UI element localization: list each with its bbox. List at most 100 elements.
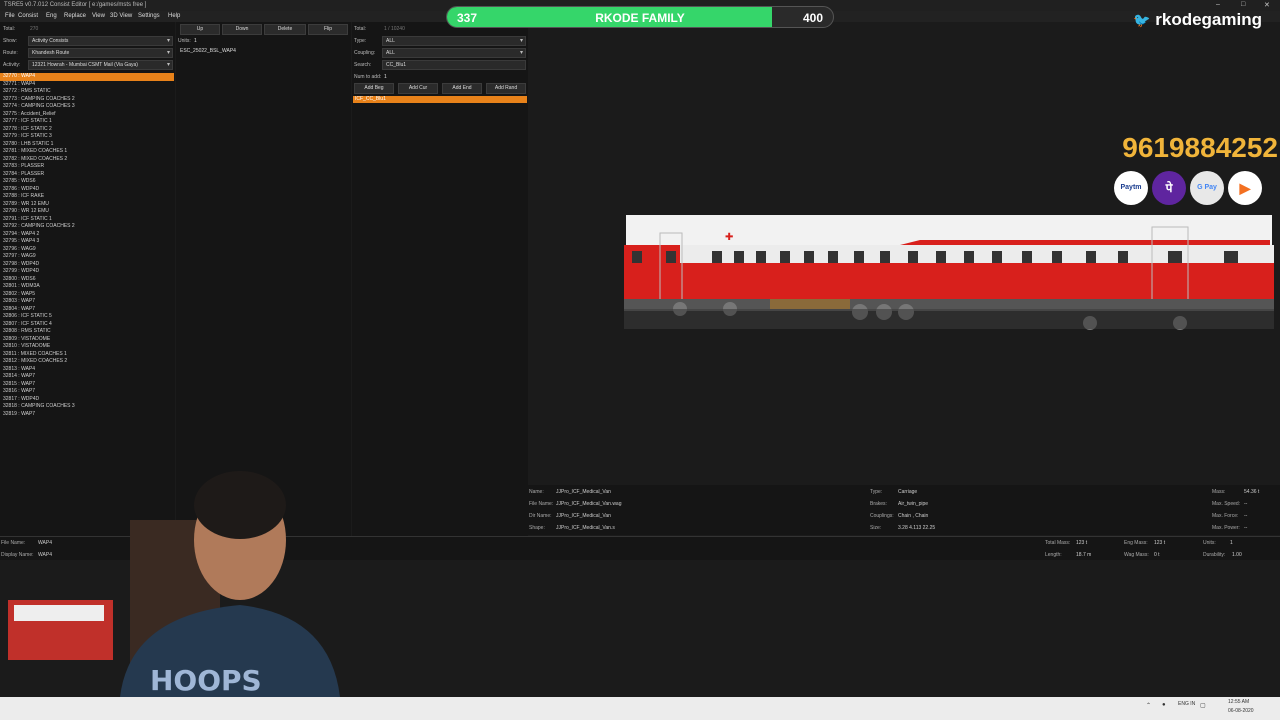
eng-mass-label: Eng Mass: (1124, 540, 1148, 546)
menu-3d-view[interactable]: 3D View (110, 13, 132, 19)
consist-list-item[interactable]: 32817 : WDP4D (0, 396, 174, 404)
consist-list-item[interactable]: 32810 : VISTADOME (0, 343, 174, 351)
menu-consist[interactable]: Consist (18, 13, 38, 19)
consist-list-item[interactable]: 32806 : ICF STATIC 5 (0, 313, 174, 321)
consist-list-item[interactable]: 32778 : ICF STATIC 2 (0, 126, 174, 134)
coach-model: ✚ (624, 215, 1274, 330)
consist-list-item[interactable]: 32774 : CAMPING COACHES 3 (0, 103, 174, 111)
show-select-value: Activity Consists (32, 38, 69, 44)
consist-list-item[interactable]: 32779 : ICF STATIC 3 (0, 133, 174, 141)
menu-replace[interactable]: Replace (64, 13, 86, 19)
consist-list-item[interactable]: 32808 : RMS STATIC (0, 328, 174, 336)
consist-list-item[interactable]: 32777 : ICF STATIC 1 (0, 118, 174, 126)
couplings-value: Chain , Chain (898, 513, 929, 519)
num-to-add-value[interactable]: 1 (384, 74, 387, 80)
consist-list-item[interactable]: 32799 : WDP4D (0, 268, 174, 276)
consist-list[interactable]: 32770 : WAP4 32771 : WAP4 32772 : RMS STAT… (0, 73, 174, 418)
consist-list-item[interactable]: 32795 : WAP4 3 (0, 238, 174, 246)
menu-help[interactable]: Help (168, 13, 180, 19)
consist-list-item[interactable]: 32770 : WAP4 (0, 73, 174, 81)
consist-list-item[interactable]: 32803 : WAP7 (0, 298, 174, 306)
eng-result-item[interactable]: ICF_CC_Blu1 (353, 96, 527, 103)
menu-file[interactable]: File (5, 13, 15, 19)
consist-list-item[interactable]: 32801 : WDM3A (0, 283, 174, 291)
search-input[interactable]: CC_Blu1 (382, 60, 526, 70)
unit-item[interactable]: ESC_25022_BSL_WAP4 (180, 48, 236, 54)
consist-list-item[interactable]: 32782 : MIXED COACHES 2 (0, 156, 174, 164)
durability-value[interactable]: 1.00 (1232, 552, 1242, 558)
add-cur-button[interactable]: Add Cur (398, 83, 438, 94)
consist-list-item[interactable]: 32771 : WAP4 (0, 81, 174, 89)
add-rand-button[interactable]: Add Rand (486, 83, 526, 94)
add-beg-button[interactable]: Add Beg (354, 83, 394, 94)
taskbar-date[interactable]: 06-08-2020 (1228, 708, 1254, 714)
add-end-button[interactable]: Add End (442, 83, 482, 94)
consist-list-item[interactable]: 32789 : WR 12 EMU (0, 201, 174, 209)
consist-list-item[interactable]: 32813 : WAP4 (0, 366, 174, 374)
up-button[interactable]: Up (180, 24, 220, 35)
paytm-icon: Paytm (1114, 171, 1148, 205)
twitter-handle-text: rkodegaming (1155, 10, 1262, 29)
consist-list-item[interactable]: 32809 : VISTADOME (0, 336, 174, 344)
down-button[interactable]: Down (222, 24, 262, 35)
consist-list-item[interactable]: 32792 : CAMPING COACHES 2 (0, 223, 174, 231)
network-icon[interactable]: ● (1162, 702, 1166, 708)
consist-list-item[interactable]: 32790 : WR 12 EMU (0, 208, 174, 216)
twitter-icon: 🐦 (1133, 12, 1151, 28)
consist-units-panel: Up Down Delete Flip Units: 1 ESC_25022_B… (176, 22, 351, 536)
consist-list-item[interactable]: 32800 : WDS6 (0, 276, 174, 284)
max-speed-value: -- (1244, 501, 1248, 507)
consist-list-item[interactable]: 32773 : CAMPING COACHES 2 (0, 96, 174, 104)
consist-list-item[interactable]: 32796 : WAG9 (0, 246, 174, 254)
size-value: 3.28 4.113 22.25 (898, 525, 936, 531)
chevron-up-icon[interactable]: ⌃ (1146, 702, 1151, 709)
route-select[interactable]: Khandesh Route ▾ (28, 48, 173, 58)
max-force-value: -- (1244, 513, 1248, 519)
show-select[interactable]: Activity Consists ▾ (28, 36, 173, 46)
consist-list-item[interactable]: 32772 : RMS STATIC (0, 88, 174, 96)
close-button[interactable]: ✕ (1264, 1, 1270, 9)
type-select[interactable]: ALL ▾ (382, 36, 526, 46)
consist-list-item[interactable]: 32791 : ICF STATIC 1 (0, 216, 174, 224)
consist-list-item[interactable]: 32818 : CAMPING COACHES 3 (0, 403, 174, 411)
menu-eng[interactable]: Eng (46, 13, 57, 19)
consist-list-item[interactable]: 32798 : WDP4D (0, 261, 174, 269)
activity-select[interactable]: 12321 Howrah - Mumbai CSMT Mail (Via Gay… (28, 60, 173, 70)
consist-list-item[interactable]: 32788 : ICF RAKE (0, 193, 174, 201)
consist-list-item[interactable]: 32812 : MIXED COACHES 2 (0, 358, 174, 366)
eng-mass-value: 123 t (1154, 540, 1166, 546)
consist-list-item[interactable]: 32783 : PLASSER (0, 163, 174, 171)
consist-list-item[interactable]: 32794 : WAP4 2 (0, 231, 174, 239)
menu-settings[interactable]: Settings (138, 13, 160, 19)
name-label: Name: (529, 489, 544, 495)
consist-list-item[interactable]: 32775 : Accident_Relief (0, 111, 174, 119)
brakes-value: Air_twin_pipe (898, 501, 929, 507)
consist-list-item[interactable]: 32814 : WAP7 (0, 373, 174, 381)
menu-view[interactable]: View (92, 13, 105, 19)
consist-list-item[interactable]: 32802 : WAP5 (0, 291, 174, 299)
consist-list-item[interactable]: 32785 : WDS6 (0, 178, 174, 186)
consist-list-item[interactable]: 32784 : PLASSER (0, 171, 174, 179)
coupling-select[interactable]: ALL ▾ (382, 48, 526, 58)
taskbar-time[interactable]: 12:55 AM (1228, 699, 1249, 705)
consist-list-item[interactable]: 32807 : ICF STATIC 4 (0, 321, 174, 329)
consist-list-item[interactable]: 32781 : MIXED COACHES 1 (0, 148, 174, 156)
language-indicator[interactable]: ENG IN (1178, 701, 1195, 707)
consist-list-item[interactable]: 32811 : MIXED COACHES 1 (0, 351, 174, 359)
consist-list-item[interactable]: 32797 : WAG9 (0, 253, 174, 261)
consist-list-item[interactable]: 32819 : WAP7 (0, 411, 174, 419)
consist-list-item[interactable]: 32804 : WAP7 (0, 306, 174, 314)
consist-list-item[interactable]: 32816 : WAP7 (0, 388, 174, 396)
webcam-overlay: HOOPS (8, 471, 340, 697)
delete-button[interactable]: Delete (264, 24, 306, 35)
system-taskbar: ⌃ ● ENG IN ▢ 12:55 AM 06-08-2020 (0, 697, 1280, 720)
size-label: Size: (870, 525, 882, 531)
minimize-button[interactable]: – (1216, 1, 1220, 8)
notification-icon[interactable]: ▢ (1200, 702, 1206, 709)
consist-list-item[interactable]: 32786 : WDP4D (0, 186, 174, 194)
flip-button[interactable]: Flip (308, 24, 348, 35)
maximize-button[interactable]: □ (1241, 1, 1245, 8)
consist-list-item[interactable]: 32780 : LHB STATIC 1 (0, 141, 174, 149)
consist-list-item[interactable]: 32815 : WAP7 (0, 381, 174, 389)
brakes-label: Brakes: (870, 501, 887, 507)
